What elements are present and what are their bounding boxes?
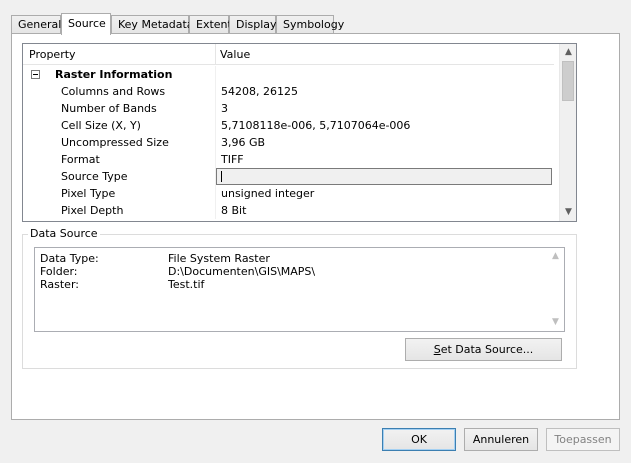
property-value: 3,96 GB bbox=[221, 136, 266, 149]
property-name: Uncompressed Size bbox=[23, 134, 216, 151]
set-data-source-accesskey: S bbox=[433, 343, 441, 356]
scrollbar-thumb[interactable] bbox=[562, 61, 574, 101]
scroll-up-arrow-icon[interactable]: ▲ bbox=[547, 248, 564, 265]
scroll-down-arrow-icon[interactable]: ▼ bbox=[547, 314, 564, 331]
property-value: 5,7108118e-006, 5,7107064e-006 bbox=[221, 119, 411, 132]
tab-display[interactable]: Display bbox=[229, 15, 277, 34]
apply-button[interactable]: Toepassen bbox=[546, 428, 620, 451]
header-value[interactable]: Value bbox=[216, 44, 554, 65]
collapse-minus-icon[interactable] bbox=[31, 70, 40, 79]
property-name: Pixel Depth bbox=[23, 202, 216, 219]
tab-general[interactable]: General bbox=[11, 15, 61, 34]
group-row-raster-information[interactable]: Raster Information bbox=[23, 66, 554, 83]
tab-source[interactable]: Source bbox=[61, 13, 111, 35]
set-data-source-label: et Data Source... bbox=[440, 343, 534, 356]
set-data-source-button[interactable]: Set Data Source... bbox=[405, 338, 562, 361]
table-row[interactable]: Columns and Rows 54208, 26125 bbox=[23, 83, 554, 100]
scroll-down-arrow-icon[interactable]: ▼ bbox=[560, 204, 576, 221]
ok-button[interactable]: OK bbox=[382, 428, 456, 451]
detail-value: File System Raster bbox=[168, 252, 270, 265]
details-vertical-scrollbar[interactable]: ▲ ▼ bbox=[547, 248, 564, 331]
property-name: Number of Bands bbox=[23, 100, 216, 117]
property-name: Pixel Type bbox=[23, 185, 216, 202]
tab-key-metadata[interactable]: Key Metadata bbox=[111, 15, 194, 34]
group-cell: Raster Information bbox=[23, 66, 216, 83]
property-value: 3 bbox=[221, 102, 228, 115]
detail-value: Test.tif bbox=[168, 278, 205, 291]
tab-extent[interactable]: Extent bbox=[189, 15, 232, 34]
tab-page-source: Property Value Raster Information Column… bbox=[11, 33, 620, 420]
table-row-selected[interactable]: Source Type bbox=[23, 168, 554, 185]
property-name: Source Type bbox=[23, 168, 216, 185]
table-row[interactable]: Pixel Depth 8 Bit bbox=[23, 202, 554, 219]
group-value-cell bbox=[216, 66, 554, 83]
property-value: 8 Bit bbox=[221, 204, 247, 217]
source-type-edit-field[interactable] bbox=[216, 168, 552, 185]
property-value: TIFF bbox=[221, 153, 244, 166]
table-row[interactable]: Pixel Type unsigned integer bbox=[23, 185, 554, 202]
detail-key: Data Type: bbox=[40, 252, 99, 265]
header-property[interactable]: Property bbox=[23, 44, 216, 65]
detail-value: D:\Documenten\GIS\MAPS\ bbox=[168, 265, 316, 278]
property-value: 54208, 26125 bbox=[221, 85, 298, 98]
scroll-up-arrow-icon[interactable]: ▲ bbox=[560, 44, 576, 61]
property-name: Format bbox=[23, 151, 216, 168]
text-caret bbox=[221, 171, 222, 182]
detail-key: Folder: bbox=[40, 265, 78, 278]
cancel-button[interactable]: Annuleren bbox=[464, 428, 538, 451]
table-row[interactable]: Uncompressed Size 3,96 GB bbox=[23, 134, 554, 151]
table-row[interactable]: Number of Bands 3 bbox=[23, 100, 554, 117]
grid-vertical-scrollbar[interactable]: ▲ ▼ bbox=[559, 44, 576, 221]
table-row[interactable]: Format TIFF bbox=[23, 151, 554, 168]
property-name: Columns and Rows bbox=[23, 83, 216, 100]
group-label: Raster Information bbox=[55, 68, 173, 81]
table-row[interactable]: Cell Size (X, Y) 5,7108118e-006, 5,71070… bbox=[23, 117, 554, 134]
detail-key: Raster: bbox=[40, 278, 79, 291]
data-source-group-label: Data Source bbox=[28, 227, 100, 240]
tab-symbology[interactable]: Symbology bbox=[276, 15, 344, 34]
data-source-group: Data Source Data Type: File System Raste… bbox=[22, 227, 577, 369]
property-grid[interactable]: Property Value Raster Information Column… bbox=[22, 43, 577, 222]
property-value: unsigned integer bbox=[221, 187, 315, 200]
property-name: Cell Size (X, Y) bbox=[23, 117, 216, 134]
grid-header: Property Value bbox=[23, 44, 554, 65]
grid-body: Raster Information Columns and Rows 5420… bbox=[23, 66, 554, 219]
data-source-details[interactable]: Data Type: File System Raster Folder: D:… bbox=[34, 247, 565, 332]
